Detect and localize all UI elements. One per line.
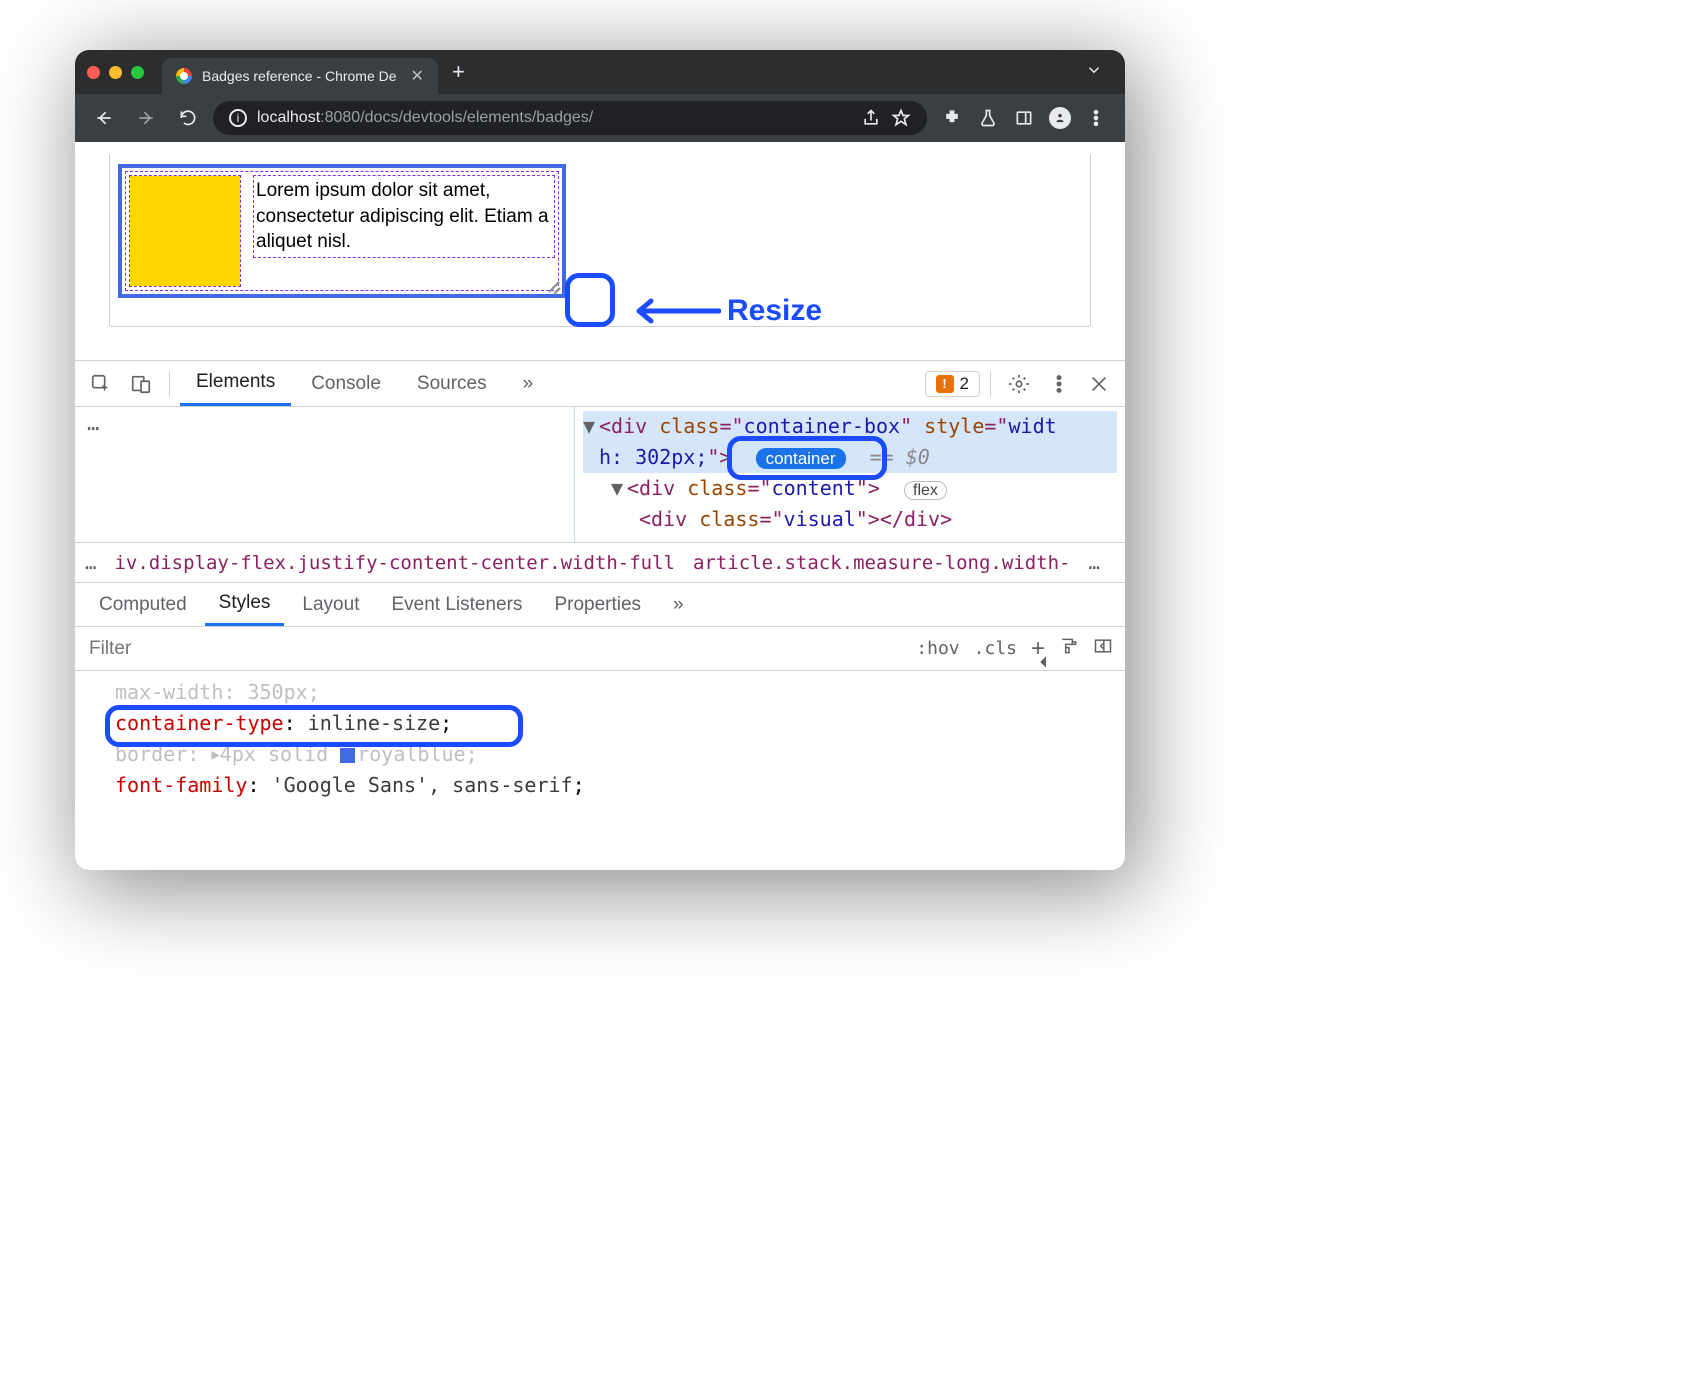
tab-console[interactable]: Console (295, 361, 397, 406)
dom-tree[interactable]: ⋯ ▼<div class="container-box" style="wid… (75, 407, 1125, 543)
paint-icon[interactable] (1059, 636, 1079, 661)
toggle-sidebar-icon[interactable] (1093, 636, 1113, 661)
hov-toggle[interactable]: :hov (916, 638, 959, 659)
css-rule-row[interactable]: max-width: 350px; (115, 677, 1121, 708)
url-display: localhost:8080/docs/devtools/elements/ba… (257, 109, 593, 127)
chrome-menu-icon[interactable] (1079, 101, 1113, 135)
container-box-demo[interactable]: Lorem ipsum dolor sit amet, consectetur … (118, 164, 566, 298)
site-info-icon[interactable]: i (229, 109, 247, 127)
subtab-properties[interactable]: Properties (540, 583, 655, 626)
annotation-label: Resize (727, 294, 822, 328)
content-flex: Lorem ipsum dolor sit amet, consectetur … (130, 176, 554, 286)
dom-row-selected-cont[interactable]: h: 302px;"> container == $0 (583, 442, 1117, 473)
resize-handle-icon[interactable] (546, 278, 560, 292)
settings-icon[interactable] (1001, 366, 1037, 402)
minimize-window-icon[interactable] (109, 66, 122, 79)
annotation-arrow: Resize (621, 294, 822, 328)
tabs-menu-icon[interactable] (1075, 61, 1113, 84)
bookmark-icon[interactable] (891, 101, 911, 135)
tabs-more[interactable]: » (507, 361, 550, 406)
cls-toggle[interactable]: .cls (974, 638, 1017, 659)
dom-row-selected[interactable]: ▼<div class="container-box" style="widt (583, 411, 1117, 442)
browser-tab[interactable]: Badges reference - Chrome De ✕ (162, 58, 438, 94)
browser-toolbar: i localhost:8080/docs/devtools/elements/… (75, 94, 1125, 142)
issues-button[interactable]: ! 2 (925, 371, 980, 397)
container-badge[interactable]: container (756, 448, 846, 469)
address-bar[interactable]: i localhost:8080/docs/devtools/elements/… (213, 101, 927, 135)
lorem-text: Lorem ipsum dolor sit amet, consectetur … (254, 176, 554, 257)
subtab-styles[interactable]: Styles (205, 583, 285, 626)
tab-title: Badges reference - Chrome De (202, 68, 397, 84)
forward-button[interactable] (129, 101, 163, 135)
warning-icon: ! (936, 375, 954, 393)
crumb-2[interactable]: article.stack.measure-long.width- (693, 552, 1071, 574)
visual-block (130, 176, 240, 286)
close-window-icon[interactable] (87, 66, 100, 79)
share-icon[interactable] (861, 101, 881, 135)
subtab-events[interactable]: Event Listeners (377, 583, 536, 626)
css-rule-row[interactable]: font-family: 'Google Sans', sans-serif; (115, 770, 1121, 801)
devtools-menu-icon[interactable] (1041, 366, 1077, 402)
annotation-ring-rule (105, 705, 523, 747)
traffic-lights (87, 66, 144, 79)
dom-breadcrumbs[interactable]: … iv.display-flex.justify-content-center… (75, 543, 1125, 583)
close-tab-icon[interactable]: ✕ (411, 66, 424, 86)
styles-filter-input[interactable] (87, 637, 902, 661)
css-rules[interactable]: max-width: 350px; container-type: inline… (75, 671, 1125, 807)
flex-badge[interactable]: flex (904, 481, 947, 500)
reload-button[interactable] (171, 101, 205, 135)
inspect-icon[interactable] (83, 366, 119, 402)
subtab-more[interactable]: » (659, 583, 698, 626)
page-viewport: Lorem ipsum dolor sit amet, consectetur … (75, 142, 1125, 360)
devtools-panel: Elements Console Sources » ! 2 ⋯ (75, 360, 1125, 870)
styles-subtabs: Computed Styles Layout Event Listeners P… (75, 583, 1125, 627)
color-swatch-icon[interactable] (340, 748, 355, 763)
side-panel-icon[interactable] (1007, 101, 1041, 135)
tab-sources[interactable]: Sources (401, 361, 503, 406)
eq-zero: == $0 (870, 445, 930, 469)
devtools-toolbar: Elements Console Sources » ! 2 (75, 361, 1125, 407)
styles-filter-row: :hov .cls + (75, 627, 1125, 671)
subtab-computed[interactable]: Computed (85, 583, 201, 626)
close-devtools-icon[interactable] (1081, 366, 1117, 402)
browser-window: Badges reference - Chrome De ✕ + i local… (75, 50, 1125, 870)
extensions-icon[interactable] (935, 101, 969, 135)
chrome-favicon-icon (176, 68, 192, 84)
device-toolbar-icon[interactable] (123, 366, 159, 402)
issues-count: 2 (960, 374, 969, 394)
maximize-window-icon[interactable] (131, 66, 144, 79)
new-tab-button[interactable]: + (438, 59, 479, 85)
dom-row-content[interactable]: ▼<div class="content"> flex (583, 473, 1117, 504)
dom-left-gutter: ⋯ (75, 407, 575, 542)
labs-icon[interactable] (971, 101, 1005, 135)
tab-strip: Badges reference - Chrome De ✕ + (75, 50, 1125, 94)
profile-button[interactable] (1043, 101, 1077, 135)
dom-row-visual[interactable]: <div class="visual"></div> (583, 504, 1117, 535)
crumb-1[interactable]: iv.display-flex.justify-content-center.w… (114, 552, 675, 574)
tab-elements[interactable]: Elements (180, 361, 291, 406)
back-button[interactable] (87, 101, 121, 135)
subtab-layout[interactable]: Layout (288, 583, 373, 626)
new-style-rule-button[interactable]: + (1031, 635, 1045, 663)
